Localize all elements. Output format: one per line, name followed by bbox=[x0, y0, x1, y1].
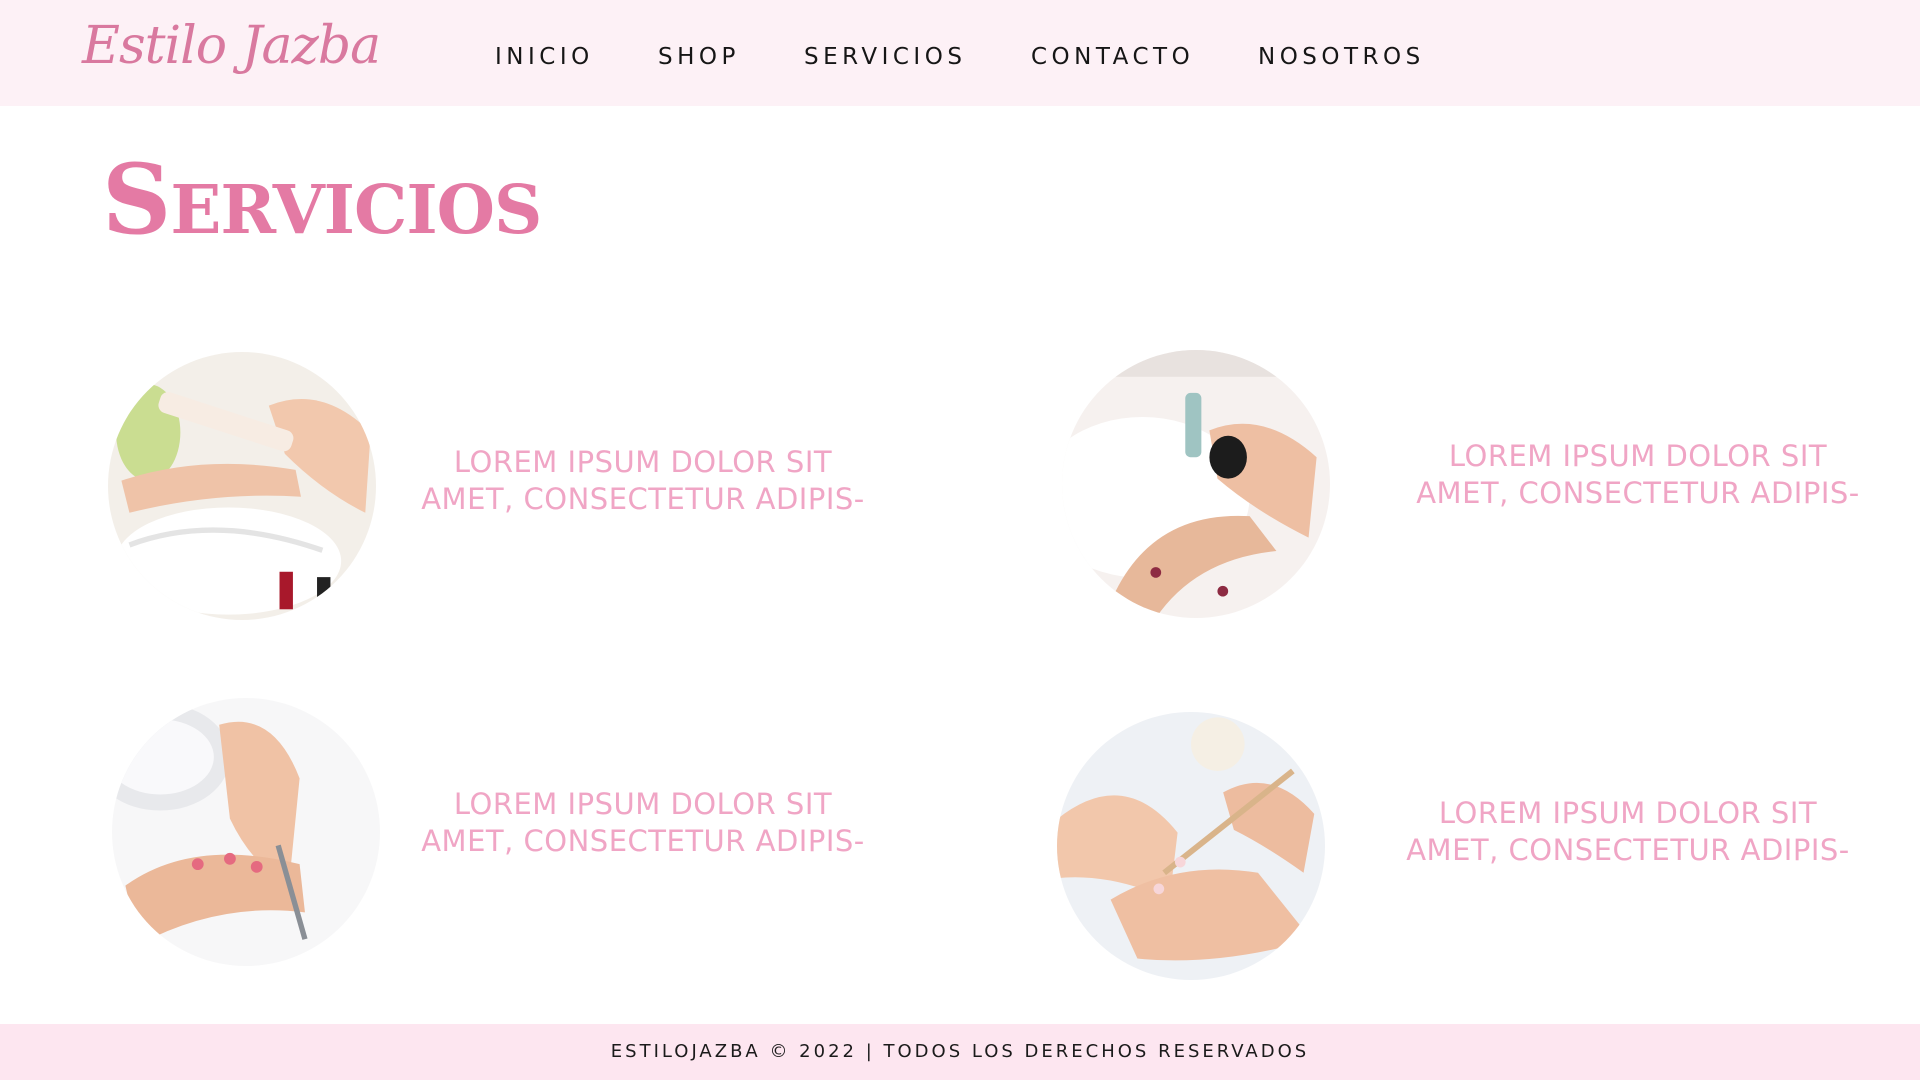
service-text-line: LOREM IPSUM DOLOR SIT bbox=[1448, 439, 1828, 473]
page: Estilo Jazba INICIO SHOP SERVICIOS CONTA… bbox=[0, 0, 1920, 1080]
main-nav: INICIO SHOP SERVICIOS CONTACTO NOSOTROS bbox=[0, 44, 1920, 74]
nav-servicios[interactable]: SERVICIOS bbox=[804, 44, 966, 70]
service-description: LOREM IPSUM DOLOR SIT AMET, CONSECTETUR … bbox=[383, 786, 903, 860]
site-header: Estilo Jazba INICIO SHOP SERVICIOS CONTA… bbox=[0, 0, 1920, 106]
nail-filing-photo bbox=[108, 352, 376, 620]
service-card: LOREM IPSUM DOLOR SIT AMET, CONSECTETUR … bbox=[1057, 712, 1917, 982]
service-description: LOREM IPSUM DOLOR SIT AMET, CONSECTETUR … bbox=[383, 444, 903, 518]
service-text-line: LOREM IPSUM DOLOR SIT bbox=[1438, 796, 1818, 830]
service-text-line: AMET, CONSECTETUR ADIPIS- bbox=[1406, 833, 1850, 867]
service-card: LOREM IPSUM DOLOR SIT AMET, CONSECTETUR … bbox=[108, 350, 968, 620]
service-text-line: LOREM IPSUM DOLOR SIT bbox=[453, 445, 833, 479]
service-description: LOREM IPSUM DOLOR SIT AMET, CONSECTETUR … bbox=[1378, 438, 1898, 512]
service-text-line: LOREM IPSUM DOLOR SIT bbox=[453, 787, 833, 821]
cuticle-care-photo bbox=[112, 698, 380, 966]
page-title: Servicios bbox=[102, 143, 542, 256]
site-footer: ESTILOJAZBA © 2022 | TODOS LOS DERECHOS … bbox=[0, 1024, 1920, 1080]
service-text-line: AMET, CONSECTETUR ADIPIS- bbox=[1416, 476, 1860, 510]
service-description: LOREM IPSUM DOLOR SIT AMET, CONSECTETUR … bbox=[1368, 795, 1888, 869]
cuticle-stick-photo bbox=[1057, 712, 1325, 980]
service-text-line: AMET, CONSECTETUR ADIPIS- bbox=[421, 824, 865, 858]
service-text-line: AMET, CONSECTETUR ADIPIS- bbox=[421, 482, 865, 516]
nav-nosotros[interactable]: NOSOTROS bbox=[1258, 44, 1425, 70]
copyright-text: ESTILOJAZBA © 2022 | TODOS LOS DERECHOS … bbox=[610, 1041, 1310, 1062]
nav-shop[interactable]: SHOP bbox=[658, 44, 740, 70]
service-card: LOREM IPSUM DOLOR SIT AMET, CONSECTETUR … bbox=[112, 698, 972, 968]
nav-inicio[interactable]: INICIO bbox=[495, 44, 594, 70]
nav-contacto[interactable]: CONTACTO bbox=[1031, 44, 1194, 70]
service-card: LOREM IPSUM DOLOR SIT AMET, CONSECTETUR … bbox=[1062, 350, 1920, 620]
nail-polish-photo bbox=[1062, 350, 1330, 618]
